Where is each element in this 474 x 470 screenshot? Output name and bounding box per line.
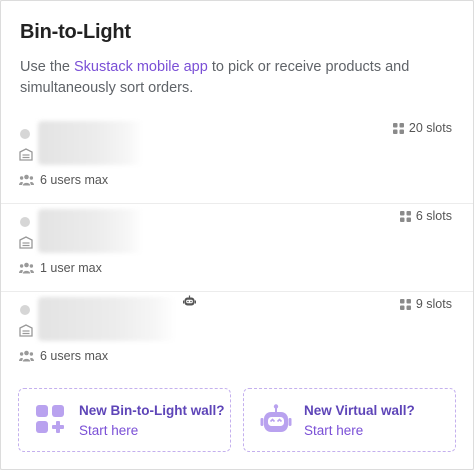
- status-dot: [20, 305, 30, 315]
- warehouse-icon: [19, 236, 33, 249]
- new-virtual-wall-text: New Virtual wall? Start here: [304, 403, 415, 438]
- warehouse-icon: [19, 324, 33, 337]
- slots-grid-icon: [392, 122, 404, 134]
- wall-row[interactable]: 6 users max 9 slots: [1, 292, 473, 380]
- status-dot: [20, 217, 30, 227]
- wall-name-redacted: [38, 121, 143, 165]
- new-virtual-wall-start-link[interactable]: Start here: [304, 423, 415, 438]
- card-description: Use the Skustack mobile app to pick or r…: [20, 57, 440, 99]
- new-bin-to-light-title: New Bin-to-Light wall?: [79, 402, 225, 418]
- users-max-label: 6 users max: [40, 173, 109, 187]
- slots-grid-icon: [399, 210, 411, 222]
- description-prefix: Use the: [20, 59, 74, 75]
- users-icon: [19, 174, 34, 186]
- slots-count: 9 slots: [399, 297, 452, 311]
- wall-row[interactable]: 6 users max 20 slots: [1, 116, 473, 204]
- wall-row[interactable]: 1 user max 6 slots: [1, 204, 473, 292]
- slots-count: 6 slots: [399, 209, 452, 223]
- skustack-app-link[interactable]: Skustack mobile app: [74, 59, 208, 75]
- wall-name-redacted: [38, 209, 143, 253]
- new-bin-to-light-wall-button[interactable]: New Bin-to-Light wall? Start here: [18, 388, 231, 452]
- slots-count: 20 slots: [392, 121, 452, 135]
- bin-to-light-card: Bin-to-Light Use the Skustack mobile app…: [0, 0, 474, 470]
- robot-icon: [260, 404, 292, 432]
- grid-plus-icon: [36, 405, 64, 433]
- users-icon: [19, 350, 34, 362]
- users-max-label: 1 user max: [40, 261, 102, 275]
- users-max: 1 user max: [19, 261, 102, 275]
- new-virtual-wall-title: New Virtual wall?: [304, 402, 415, 418]
- new-bin-to-light-start-link[interactable]: Start here: [79, 423, 224, 438]
- card-title: Bin-to-Light: [20, 21, 131, 43]
- slots-grid-icon: [399, 298, 411, 310]
- new-virtual-wall-button[interactable]: New Virtual wall? Start here: [243, 388, 456, 452]
- status-dot: [20, 129, 30, 139]
- users-icon: [19, 262, 34, 274]
- virtual-robot-icon: [183, 295, 196, 306]
- new-bin-to-light-text: New Bin-to-Light wall? Start here: [79, 403, 224, 438]
- slots-label: 20 slots: [408, 121, 452, 135]
- users-max: 6 users max: [19, 173, 108, 187]
- wall-name-redacted: [38, 297, 176, 341]
- slots-label: 9 slots: [415, 297, 452, 311]
- warehouse-icon: [19, 148, 33, 161]
- slots-label: 6 slots: [415, 209, 452, 223]
- users-max-label: 6 users max: [40, 349, 109, 363]
- users-max: 6 users max: [19, 349, 108, 363]
